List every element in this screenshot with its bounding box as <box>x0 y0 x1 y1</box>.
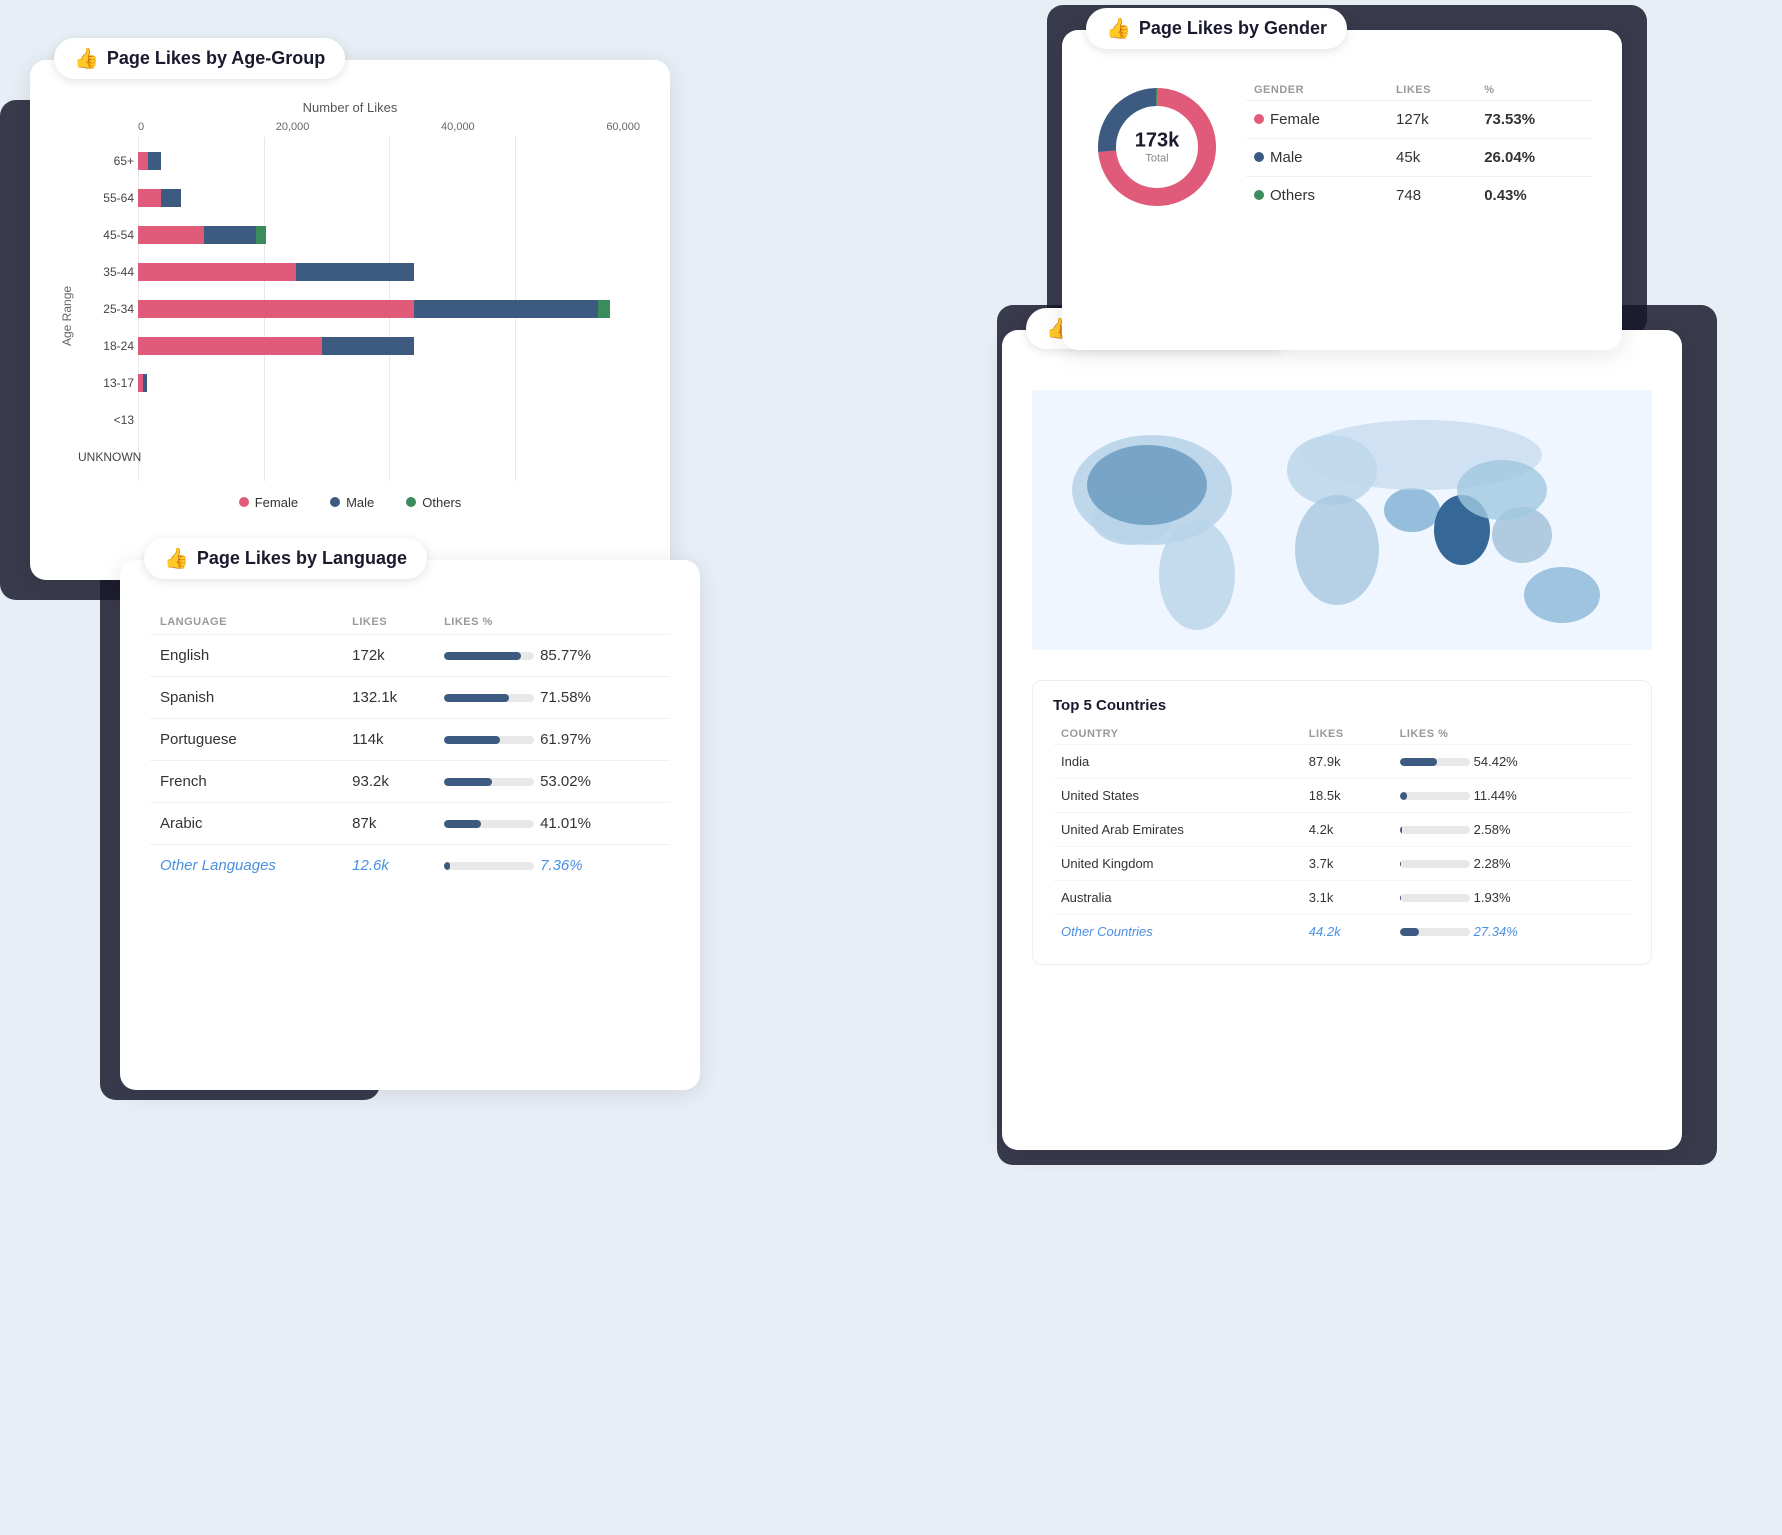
thumb-up-icon: 👍 <box>74 46 99 71</box>
country-table: COUNTRY LIKES LIKES % India 87.9k 54.42%… <box>1053 724 1631 948</box>
donut-label: Total <box>1135 153 1180 165</box>
y-axis-label: Age Range <box>60 121 74 481</box>
bar-row: <13 <box>138 407 640 433</box>
bar-row: 25-34 <box>138 296 640 322</box>
thumb-up-icon-gender: 👍 <box>1106 16 1131 41</box>
lang-col-language: LANGUAGE <box>150 610 342 635</box>
language-row: Spanish 132.1k 71.58% <box>150 677 670 719</box>
donut-total: 173k <box>1135 130 1180 153</box>
country-row: Other Countries 44.2k 27.34% <box>1053 915 1631 949</box>
language-row: English 172k 85.77% <box>150 635 670 677</box>
gender-col-pct: % <box>1476 80 1592 101</box>
gender-col-gender: GENDER <box>1246 80 1388 101</box>
country-card: 👍 Page Likes by Country <box>1002 330 1682 1150</box>
x-axis-labels: 0 20,000 40,000 60,000 <box>78 121 640 133</box>
age-group-chart-title: Number of Likes <box>60 100 640 115</box>
chart-legend: Female Male Others <box>60 495 640 510</box>
country-col-pct: LIKES % <box>1392 724 1631 745</box>
gender-table: GENDER LIKES % Female 127k 73.53% Male 4… <box>1246 80 1592 214</box>
language-row: Arabic 87k 41.01% <box>150 803 670 845</box>
language-row: French 93.2k 53.02% <box>150 761 670 803</box>
language-table: LANGUAGE LIKES LIKES % English 172k 85.7… <box>150 610 670 886</box>
bar-row: 18-24 <box>138 333 640 359</box>
legend-others: Others <box>422 495 461 510</box>
donut-chart: 173k Total <box>1092 82 1222 212</box>
gender-title: Page Likes by Gender <box>1139 18 1327 39</box>
language-row: Other Languages 12.6k 7.36% <box>150 845 670 887</box>
bar-row: UNKNOWN <box>138 444 640 470</box>
gender-row: Male 45k 26.04% <box>1246 139 1592 177</box>
bar-rows: 65+ 55-64 45-54 35-44 25-34 18-24 13-17 <13 UNKN… <box>78 137 640 481</box>
gender-card: 👍 Page Likes by Gender 173k Total GENDER <box>1062 30 1622 350</box>
top5-section: Top 5 Countries COUNTRY LIKES LIKES % In… <box>1032 680 1652 965</box>
gender-col-likes: LIKES <box>1388 80 1476 101</box>
bar-row: 35-44 <box>138 259 640 285</box>
country-row: United Kingdom 3.7k 2.28% <box>1053 847 1631 881</box>
bar-row: 55-64 <box>138 185 640 211</box>
gender-row: Female 127k 73.53% <box>1246 101 1592 139</box>
thumb-up-icon-language: 👍 <box>164 546 189 571</box>
bar-row: 13-17 <box>138 370 640 396</box>
language-title: Page Likes by Language <box>197 548 407 569</box>
legend-female: Female <box>255 495 298 510</box>
age-group-title-badge: 👍 Page Likes by Age-Group <box>54 38 345 79</box>
lang-col-likes: LIKES <box>342 610 434 635</box>
bar-row: 65+ <box>138 148 640 174</box>
country-row: United States 18.5k 11.44% <box>1053 779 1631 813</box>
country-row: Australia 3.1k 1.93% <box>1053 881 1631 915</box>
bar-row: 45-54 <box>138 222 640 248</box>
age-group-bar-chart: Age Range 0 20,000 40,000 60,000 65+ 55-6… <box>60 121 640 481</box>
country-row: India 87.9k 54.42% <box>1053 745 1631 779</box>
age-group-title: Page Likes by Age-Group <box>107 48 325 69</box>
language-title-badge: 👍 Page Likes by Language <box>144 538 427 579</box>
legend-male: Male <box>346 495 374 510</box>
country-col-likes: LIKES <box>1301 724 1392 745</box>
country-col-country: COUNTRY <box>1053 724 1301 745</box>
age-group-card: 👍 Page Likes by Age-Group Number of Like… <box>30 60 670 580</box>
country-row: United Arab Emirates 4.2k 2.58% <box>1053 813 1631 847</box>
lang-col-pct: LIKES % <box>434 610 670 635</box>
gender-row: Others 748 0.43% <box>1246 177 1592 215</box>
language-card: 👍 Page Likes by Language LANGUAGE LIKES … <box>120 560 700 1090</box>
gender-title-badge: 👍 Page Likes by Gender <box>1086 8 1347 49</box>
language-row: Portuguese 114k 61.97% <box>150 719 670 761</box>
gender-content: 173k Total GENDER LIKES % Female 127k 73… <box>1092 80 1592 214</box>
world-map <box>1032 380 1652 660</box>
top5-title: Top 5 Countries <box>1053 697 1631 714</box>
